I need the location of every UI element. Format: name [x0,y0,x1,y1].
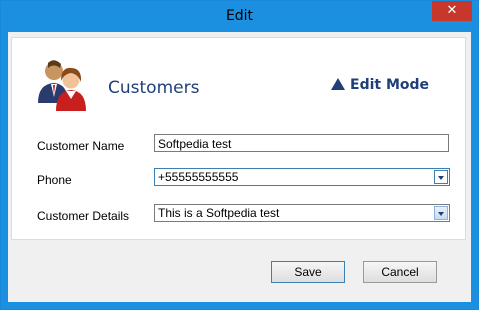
edit-dialog: Edit ✕ Customers Edit Mode Customer Name… [0,0,479,310]
title-bar[interactable]: Edit ✕ [1,1,478,32]
form-panel: Customers Edit Mode Customer Name Softpe… [11,37,466,240]
mode-label: Edit Mode [350,77,430,93]
close-icon: ✕ [446,3,458,18]
phone-label: Phone [37,173,72,187]
chevron-down-icon[interactable] [434,206,448,220]
customer-name-label: Customer Name [37,139,125,153]
page-title: Customers [108,78,200,98]
phone-combobox[interactable]: +55555555555 [154,168,450,186]
customers-icon [38,60,86,111]
triangle-up-icon [331,78,345,90]
window-title: Edit [225,8,254,24]
dialog-body: Customers Edit Mode Customer Name Softpe… [8,32,471,302]
customer-details-value: This is a Softpedia test [158,206,280,220]
save-button[interactable]: Save [271,261,345,283]
mode-indicator: Edit Mode [330,77,429,93]
close-button[interactable]: ✕ [432,1,472,21]
chevron-down-icon[interactable] [434,170,448,184]
customer-details-combobox[interactable]: This is a Softpedia test [154,204,450,222]
customer-name-input[interactable]: Softpedia test [154,134,449,152]
customer-details-label: Customer Details [37,209,130,223]
cancel-button[interactable]: Cancel [363,261,437,283]
phone-value: +55555555555 [158,170,239,184]
